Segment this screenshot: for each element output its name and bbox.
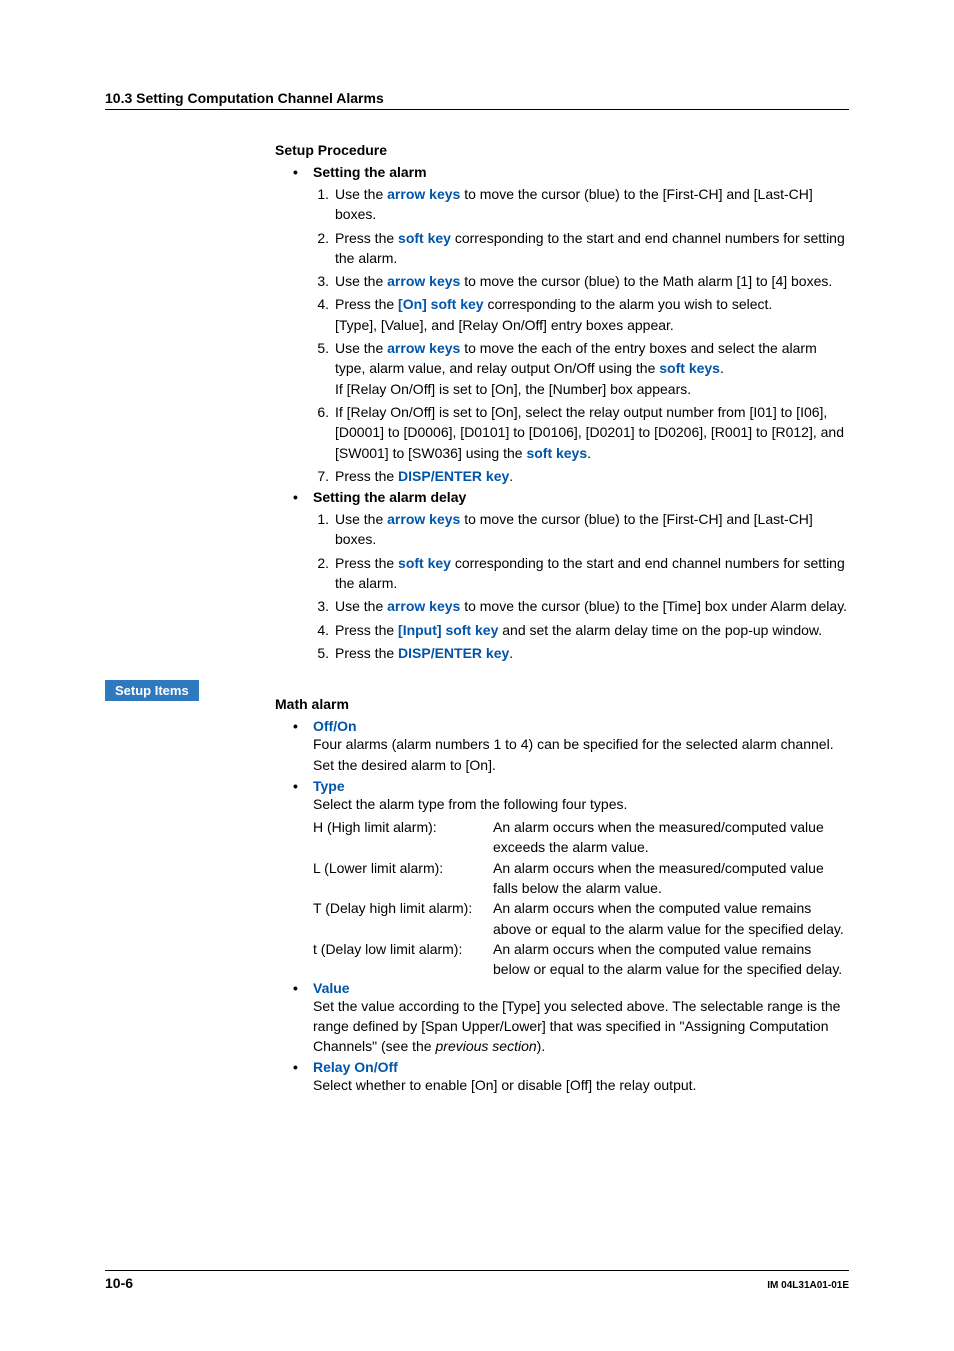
section-header: 10.3 Setting Computation Channel Alarms — [105, 90, 849, 110]
alarm-step-1: 1.Use the arrow keys to move the cursor … — [313, 184, 849, 225]
setup-procedure-heading: Setup Procedure — [275, 142, 849, 158]
delay-step-1: 1.Use the arrow keys to move the cursor … — [313, 509, 849, 550]
type-bullet: • Type — [293, 778, 849, 794]
alarm-step-5: 5.Use the arrow keys to move the each of… — [313, 338, 849, 399]
offon-bullet: • Off/On — [293, 718, 849, 734]
setting-delay-heading: Setting the alarm delay — [313, 489, 466, 505]
alarm-step-2: 2.Press the soft key corresponding to th… — [313, 228, 849, 269]
bullet-dot: • — [293, 489, 313, 505]
document-id: IM 04L31A01-01E — [767, 1280, 849, 1291]
bullet-dot: • — [293, 1059, 313, 1075]
setting-delay-bullet: • Setting the alarm delay — [293, 489, 849, 505]
type-row-h: H (High limit alarm):An alarm occurs whe… — [313, 817, 849, 858]
offon-heading: Off/On — [313, 718, 357, 734]
section-number-title: 10.3 Setting Computation Channel Alarms — [105, 90, 384, 106]
bullet-dot: • — [293, 164, 313, 180]
value-text: Set the value according to the [Type] yo… — [313, 996, 849, 1057]
delay-steps-list: 1.Use the arrow keys to move the cursor … — [313, 509, 849, 663]
setting-alarm-bullet: • Setting the alarm — [293, 164, 849, 180]
type-row-t-lower: t (Delay low limit alarm):An alarm occur… — [313, 939, 849, 980]
type-intro: Select the alarm type from the following… — [313, 794, 849, 814]
delay-step-3: 3.Use the arrow keys to move the cursor … — [313, 596, 849, 616]
alarm-steps-list: 1.Use the arrow keys to move the cursor … — [313, 184, 849, 486]
page-number: 10-6 — [105, 1275, 133, 1291]
setting-alarm-heading: Setting the alarm — [313, 164, 427, 180]
math-alarm-heading: Math alarm — [275, 696, 849, 712]
relay-heading: Relay On/Off — [313, 1059, 398, 1075]
type-heading: Type — [313, 778, 345, 794]
relay-bullet: • Relay On/Off — [293, 1059, 849, 1075]
delay-step-4: 4.Press the [Input] soft key and set the… — [313, 620, 849, 640]
delay-step-5: 5.Press the DISP/ENTER key. — [313, 643, 849, 663]
alarm-step-6: 6.If [Relay On/Off] is set to [On], sele… — [313, 402, 849, 463]
value-heading: Value — [313, 980, 350, 996]
bullet-dot: • — [293, 778, 313, 794]
alarm-step-4: 4.Press the [On] soft key corresponding … — [313, 294, 849, 335]
alarm-step-3: 3.Use the arrow keys to move the cursor … — [313, 271, 849, 291]
bullet-dot: • — [293, 980, 313, 996]
alarm-step-7: 7.Press the DISP/ENTER key. — [313, 466, 849, 486]
delay-step-2: 2.Press the soft key corresponding to th… — [313, 553, 849, 594]
page-footer: 10-6 IM 04L31A01-01E — [105, 1270, 849, 1291]
setup-items-badge: Setup Items — [105, 680, 199, 701]
type-row-l: L (Lower limit alarm):An alarm occurs wh… — [313, 858, 849, 899]
type-row-t-upper: T (Delay high limit alarm):An alarm occu… — [313, 898, 849, 939]
offon-text: Four alarms (alarm numbers 1 to 4) can b… — [313, 734, 849, 775]
value-bullet: • Value — [293, 980, 849, 996]
relay-text: Select whether to enable [On] or disable… — [313, 1075, 849, 1095]
bullet-dot: • — [293, 718, 313, 734]
